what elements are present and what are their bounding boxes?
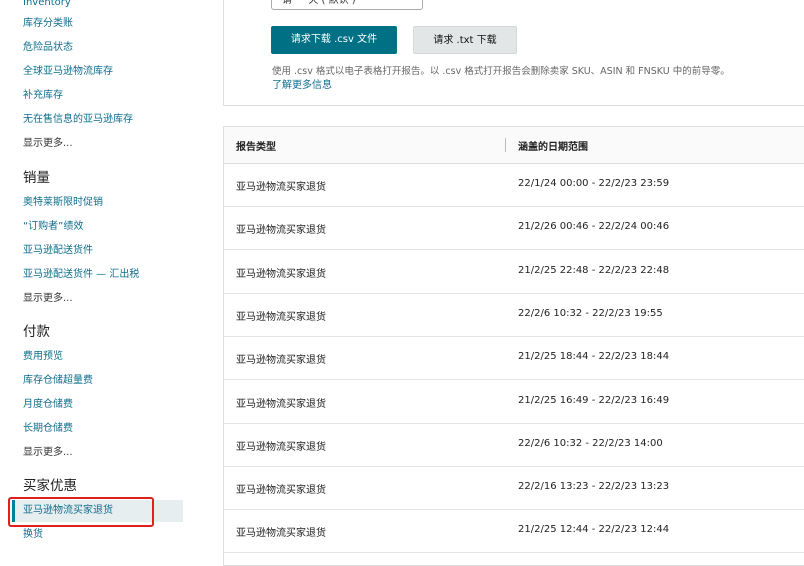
sidebar-show-more-inventory[interactable]: 显示更多...	[23, 137, 73, 151]
table-row: 亚马逊物流买家退货 21/2/25 16:49 - 22/2/23 16:49	[224, 380, 804, 424]
sidebar-item-global-fba-inventory[interactable]: 全球亚马逊物流库存	[23, 65, 113, 79]
sidebar-item-dangerous-goods[interactable]: 危险品状态	[23, 41, 73, 55]
sidebar-item-inventory[interactable]: Inventory	[23, 0, 71, 10]
sidebar-item-subscriber-performance[interactable]: “订购者”绩效	[23, 220, 83, 234]
cell-report-type: 亚马逊物流买家退货	[236, 485, 326, 497]
table-row: 亚马逊物流买家退货 22/2/6 10:32 - 22/2/23 14:00	[224, 423, 804, 467]
cell-date-range: 21/2/25 18:44 - 22/2/23 18:44	[518, 351, 670, 363]
cell-date-range: 21/2/25 22:48 - 22/2/23 22:48	[518, 264, 670, 276]
reports-table: 报告类型 涵盖的日期范围 亚马逊物流买家退货 22/1/24 00:00 - 22…	[223, 126, 804, 566]
date-range-select[interactable]: 请 一 天 ( 默认 )	[271, 0, 423, 10]
request-csv-button[interactable]: 请求下载 .csv 文件	[271, 26, 397, 54]
cell-date-range: 21/2/26 00:46 - 22/2/24 00:46	[518, 221, 670, 233]
table-row: 亚马逊物流买家退货 21/2/25 22:48 - 22/2/23 22:48	[224, 250, 804, 294]
sidebar-item-restock[interactable]: 补充库存	[23, 89, 63, 103]
annotation-highlight-box	[8, 497, 154, 527]
sidebar-item-replacements[interactable]: 换货	[23, 528, 43, 542]
sidebar-item-monthly-storage-fee[interactable]: 月度仓储费	[23, 398, 73, 412]
sidebar-heading-payments: 付款	[23, 324, 50, 340]
cell-date-range: 22/2/6 10:32 - 22/2/23 19:55	[518, 307, 663, 319]
sidebar-item-long-term-storage-fee[interactable]: 长期仓储费	[23, 422, 73, 436]
sidebar-heading-buyer-benefits: 买家优惠	[23, 478, 77, 494]
cell-report-type: 亚马逊物流买家退货	[236, 182, 326, 193]
cell-date-range: 21/2/25 16:49 - 22/2/23 16:49	[518, 394, 670, 406]
sidebar-show-more-payments[interactable]: 显示更多...	[23, 446, 73, 460]
sidebar-item-stranded-inventory[interactable]: 无在售信息的亚马逊库存	[23, 113, 133, 127]
header-divider	[505, 138, 506, 152]
table-header: 报告类型 涵盖的日期范围	[224, 127, 804, 164]
table-row: 亚马逊物流买家退货 22/2/16 13:23 - 22/2/23 13:23	[224, 466, 804, 511]
header-report-type: 报告类型	[236, 142, 276, 153]
table-row: 亚马逊物流买家退货 22/2/6 10:32 - 22/2/23 19:55	[224, 293, 804, 337]
header-date-range: 涵盖的日期范围	[518, 142, 588, 153]
sidebar-item-overage-fee[interactable]: 库存仓储超量费	[23, 374, 93, 388]
table-row: 亚马逊物流买家退货 21/2/26 00:46 - 22/2/24 00:46	[224, 206, 804, 251]
cell-report-type: 亚马逊物流买家退货	[236, 355, 326, 367]
sidebar-item-fee-preview[interactable]: 费用预览	[23, 350, 63, 364]
sidebar-item-fba-shipments-tax[interactable]: 亚马逊配送货件 — 汇出税	[23, 268, 139, 282]
sidebar-item-fba-shipments[interactable]: 亚马逊配送货件	[23, 244, 93, 258]
sidebar-item-inventory-ledger[interactable]: 库存分类账	[23, 17, 73, 31]
cell-date-range: 22/2/6 10:32 - 22/2/23 14:00	[518, 437, 663, 449]
cell-report-type: 亚马逊物流买家退货	[236, 528, 326, 540]
cell-report-type: 亚马逊物流买家退货	[236, 268, 326, 280]
table-row: 亚马逊物流买家退货 21/2/25 12:44 - 22/2/23 12:44	[224, 509, 804, 554]
cell-report-type: 亚马逊物流买家退货	[236, 441, 326, 453]
cell-report-type: 亚马逊物流买家退货	[236, 398, 326, 410]
sidebar-heading-sales: 销量	[23, 170, 50, 186]
learn-more-link[interactable]: 了解更多信息	[272, 76, 332, 91]
table-row: 亚马逊物流买家退货 22/1/24 00:00 - 22/2/23 23:59	[224, 163, 804, 207]
cell-date-range: 22/1/24 00:00 - 22/2/23 23:59	[518, 178, 670, 189]
cell-date-range: 22/2/16 13:23 - 22/2/23 13:23	[518, 481, 670, 493]
sidebar: Inventory 库存分类账 危险品状态 全球亚马逊物流库存 补充库存 无在售…	[0, 0, 198, 556]
request-txt-button[interactable]: 请求 .txt 下载	[413, 26, 517, 54]
cell-report-type: 亚马逊物流买家退货	[236, 225, 326, 237]
sidebar-show-more-sales[interactable]: 显示更多...	[23, 292, 73, 306]
cell-report-type: 亚马逊物流买家退货	[236, 311, 326, 323]
table-row: 亚马逊物流买家退货 21/2/25 18:44 - 22/2/23 18:44	[224, 336, 804, 381]
cell-date-range: 21/2/25 12:44 - 22/2/23 12:44	[518, 524, 670, 536]
csv-hint-text: 使用 .csv 格式以电子表格打开报告。以 .csv 格式打开报告会删除卖家 S…	[272, 66, 730, 77]
sidebar-item-outlet-deals[interactable]: 奥特莱斯限时促销	[23, 196, 103, 210]
